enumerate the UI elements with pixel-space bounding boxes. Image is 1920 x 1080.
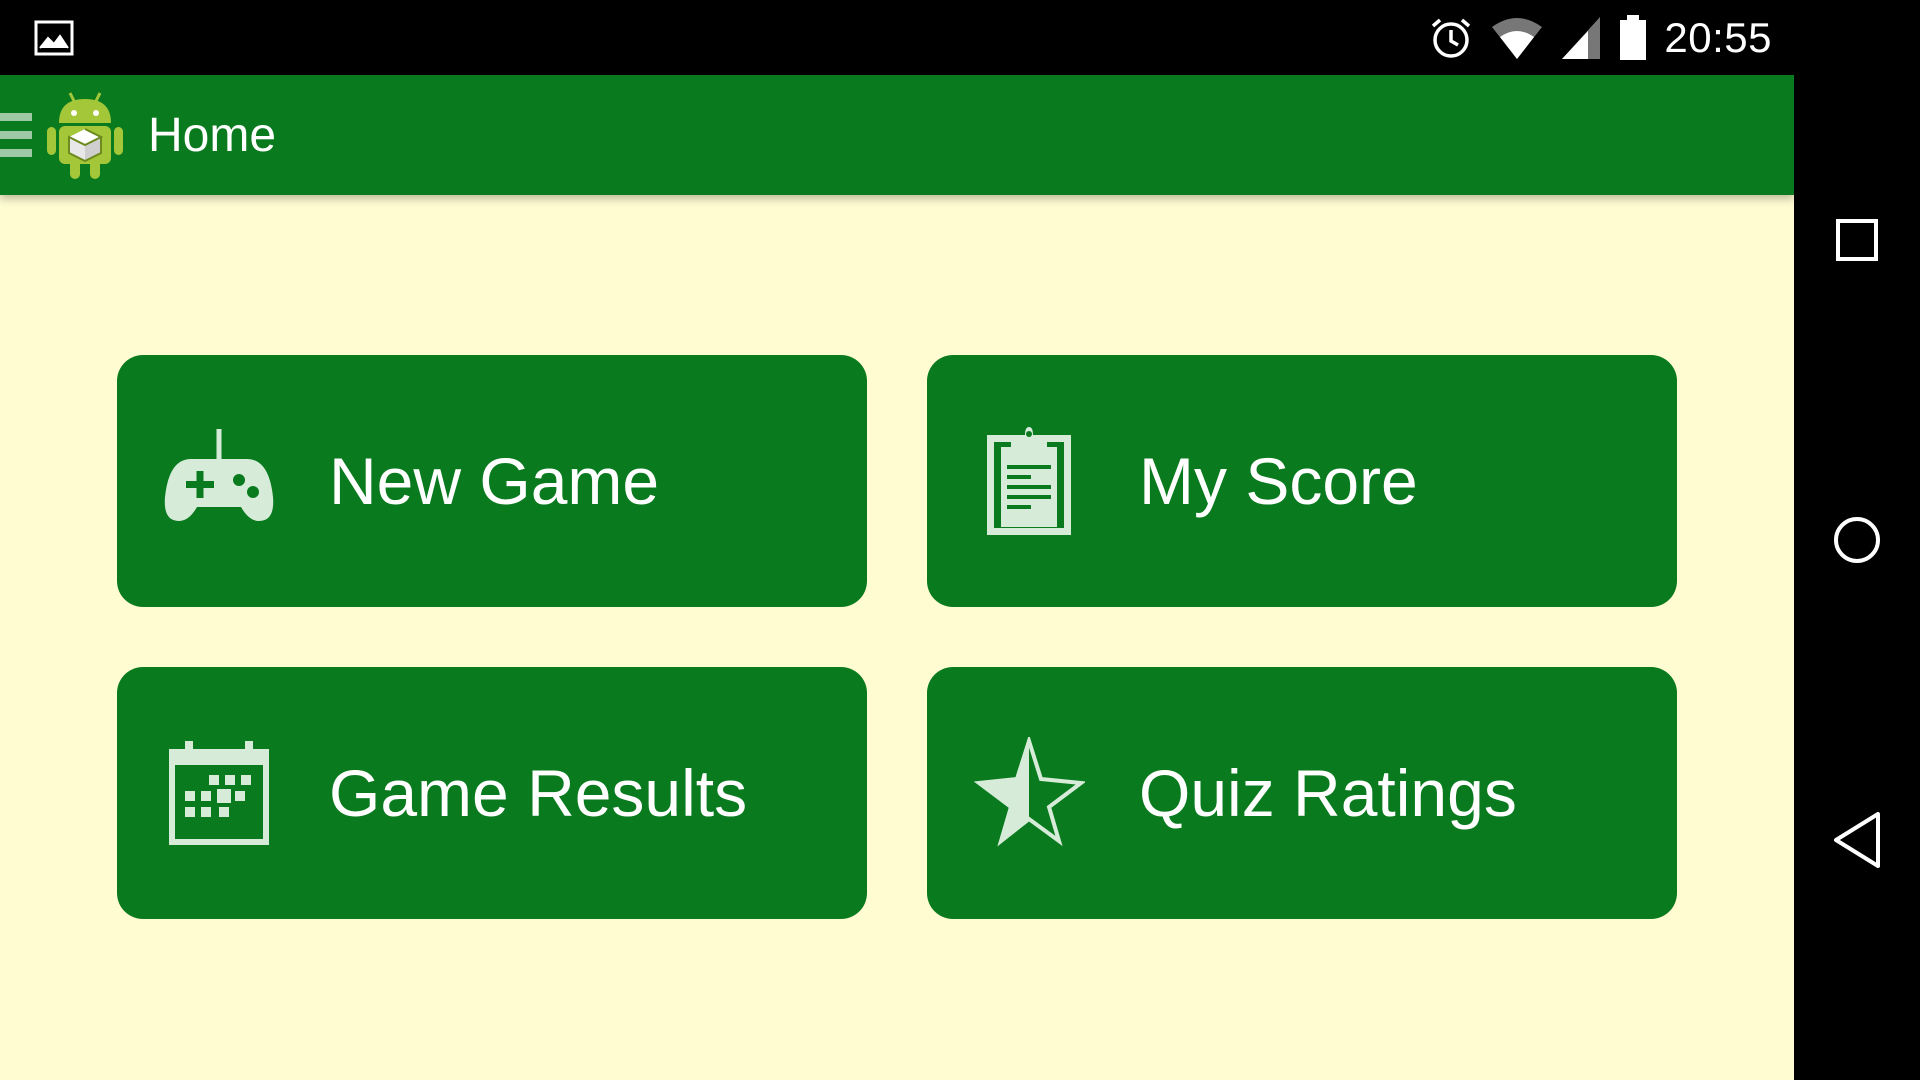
hamburger-icon: [0, 113, 32, 157]
app-content: Home New Game My Score Game Results Quiz…: [0, 75, 1794, 1080]
home-button[interactable]: [1825, 508, 1889, 572]
back-triangle-icon: [1834, 812, 1880, 868]
status-bar: 20:55: [0, 0, 1794, 75]
android-logo-icon: [47, 92, 123, 179]
drawer-toggle-button[interactable]: [0, 75, 126, 195]
my-score-button[interactable]: My Score: [927, 355, 1677, 607]
cell-signal-icon: [1562, 16, 1601, 59]
game-results-button[interactable]: Game Results: [117, 667, 867, 919]
alarm-icon: [1432, 18, 1471, 58]
gallery-icon: [34, 20, 74, 56]
my-score-label: My Score: [1139, 444, 1418, 518]
quiz-ratings-button[interactable]: Quiz Ratings: [927, 667, 1677, 919]
recents-square-icon: [1836, 219, 1878, 261]
new-game-label: New Game: [329, 444, 660, 518]
status-time: 20:55: [1664, 13, 1772, 61]
calendar-icon: [163, 737, 275, 849]
gamepad-icon: [163, 425, 275, 537]
battery-icon: [1620, 14, 1647, 60]
home-circle-icon: [1834, 517, 1880, 563]
system-nav-bar: [1794, 0, 1920, 1080]
back-button[interactable]: [1825, 808, 1889, 872]
status-icons: 20:55: [1428, 0, 1772, 75]
quiz-ratings-label: Quiz Ratings: [1139, 756, 1517, 830]
wifi-icon: [1492, 17, 1543, 59]
new-game-button[interactable]: New Game: [117, 355, 867, 607]
recents-button[interactable]: [1825, 208, 1889, 272]
clipboard-icon: [973, 425, 1085, 537]
star-icon: [973, 737, 1085, 849]
app-toolbar: Home: [0, 75, 1794, 195]
game-results-label: Game Results: [329, 756, 748, 830]
page-title: Home: [148, 108, 277, 162]
